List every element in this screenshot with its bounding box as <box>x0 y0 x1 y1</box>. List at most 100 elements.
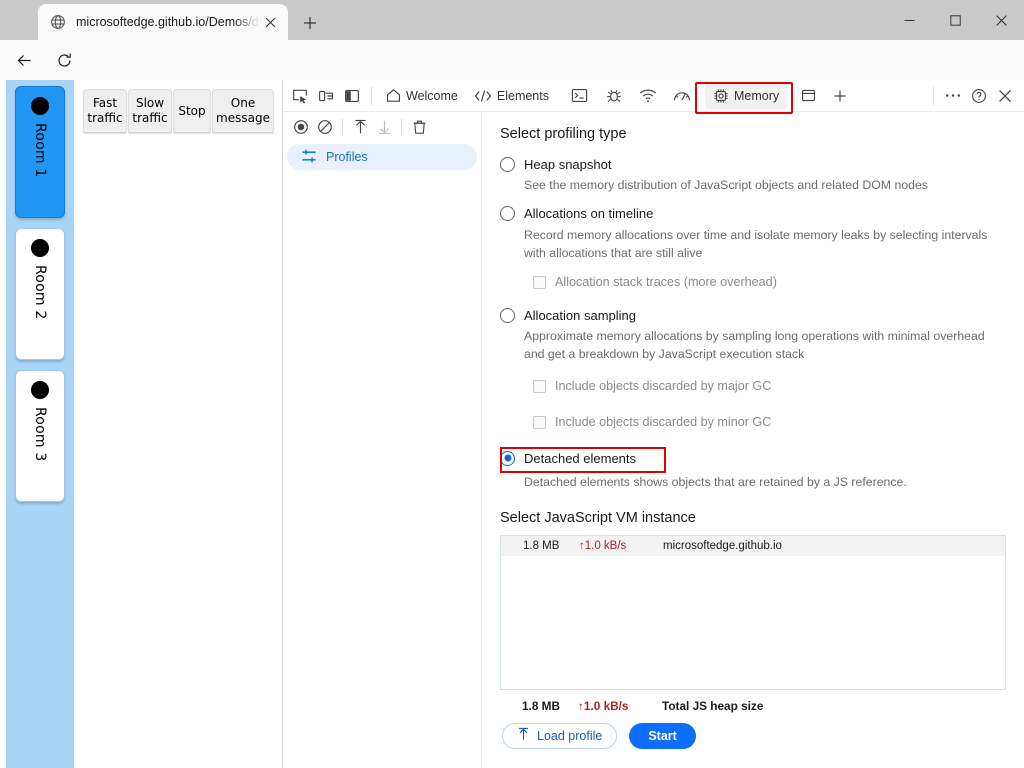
page-viewport: Room 1 Room 2 Room 3 Fast traffic Slow t… <box>0 80 282 768</box>
option-description: See the memory distribution of JavaScrip… <box>524 178 928 192</box>
vm-instance-row[interactable]: 1.8 MB ↑1.0 kB/s microsoftedge.github.io <box>501 535 1005 556</box>
ellipsis-icon[interactable] <box>940 83 966 109</box>
traffic-controls: Fast traffic Slow traffic Stop One messa… <box>74 80 282 133</box>
device-emulation-icon[interactable] <box>313 83 339 109</box>
suboption-major-gc[interactable]: Include objects discarded by major GC <box>533 376 1006 396</box>
clear-circle-slash-icon[interactable] <box>313 115 337 139</box>
browser-window: microsoftedge.github.io/Demos/d Room 1 R… <box>0 0 1024 768</box>
suboption-minor-gc[interactable]: Include objects discarded by minor GC <box>533 412 1006 432</box>
sidebar-divider <box>342 119 343 135</box>
sidebar-item-profiles-label: Profiles <box>326 150 368 164</box>
stop-button[interactable]: Stop <box>173 89 211 133</box>
suboption-label: Include objects discarded by major GC <box>555 379 772 394</box>
slow-traffic-button[interactable]: Slow traffic <box>128 89 172 133</box>
dock-side-icon[interactable] <box>339 83 365 109</box>
checkbox-minor-gc[interactable] <box>533 415 546 429</box>
upload-arrow-icon <box>517 727 530 744</box>
record-icon[interactable] <box>289 115 313 139</box>
add-tab-icon[interactable] <box>827 83 853 109</box>
memory-sidebar-toolbar <box>283 112 481 142</box>
toolbar-divider <box>371 86 372 105</box>
help-circle-icon[interactable] <box>966 83 992 109</box>
room-label: Room 3 <box>32 407 48 462</box>
room-button-2[interactable]: Room 2 <box>15 228 65 360</box>
total-heap-size-label: Total JS heap size <box>662 698 764 713</box>
upload-arrow-icon[interactable] <box>348 115 372 139</box>
vm-instance-list[interactable]: 1.8 MB ↑1.0 kB/s microsoftedge.github.io <box>500 534 1006 690</box>
network-wifi-icon[interactable] <box>635 83 661 109</box>
option-allocation-sampling: Allocation sampling Approximate memory a… <box>500 304 1006 432</box>
radio-allocation-sampling[interactable] <box>500 307 515 323</box>
option-label: Allocations on timeline <box>524 206 654 222</box>
window-close-icon[interactable] <box>978 0 1024 40</box>
back-button[interactable] <box>8 44 40 76</box>
radio-allocations-timeline[interactable] <box>500 206 515 222</box>
suboption-label: Include objects discarded by minor GC <box>555 415 772 430</box>
room-status-dot <box>31 97 49 115</box>
toolbar-divider-right <box>933 86 934 105</box>
panels-icon[interactable] <box>795 83 821 109</box>
room-label: Room 2 <box>32 265 48 320</box>
inspect-element-icon[interactable] <box>287 83 313 109</box>
option-detached-elements: Detached elements Detached elements show… <box>500 447 1006 492</box>
room-status-dot <box>31 239 49 257</box>
load-profile-button[interactable]: Load profile <box>502 722 618 749</box>
tab-memory-label: Memory <box>733 88 780 103</box>
sliders-icon <box>301 148 317 167</box>
total-heap-rate-value: ↑1.0 kB/s <box>578 698 629 713</box>
radio-row-detached-elements[interactable]: Detached elements <box>500 447 1006 474</box>
devtools-toolbar-right <box>927 83 1024 109</box>
devtools-toolbar: Welcome Elements Memory <box>283 80 1024 112</box>
radio-detached-elements[interactable] <box>500 450 515 466</box>
total-heap-size-value: 1.8 MB <box>522 698 561 713</box>
page-content: Fast traffic Slow traffic Stop One messa… <box>74 80 282 768</box>
devtools-panel: Welcome Elements Memory Profiles Select … <box>282 80 1024 768</box>
tab-welcome-label: Welcome <box>406 88 458 103</box>
minimize-icon[interactable] <box>886 0 932 40</box>
vm-heap-size: 1.8 MB <box>523 539 560 552</box>
room-button-3[interactable]: Room 3 <box>15 370 65 502</box>
option-allocations-on-timeline: Allocations on timeline Record memory al… <box>500 203 1006 293</box>
checkbox-allocation-stack-traces[interactable] <box>533 275 546 289</box>
tab-elements[interactable]: Elements <box>466 83 557 109</box>
close-icon[interactable] <box>260 12 280 32</box>
option-description: Detached elements shows objects that are… <box>524 475 907 490</box>
maximize-icon[interactable] <box>932 0 978 40</box>
tab-strip: microsoftedge.github.io/Demos/d <box>0 0 1024 40</box>
new-tab-button[interactable] <box>296 9 324 37</box>
performance-gauge-icon[interactable] <box>669 83 695 109</box>
console-icon[interactable] <box>567 83 593 109</box>
trash-icon[interactable] <box>407 115 431 139</box>
profile-actions: Load profile Start <box>502 722 1006 749</box>
sidebar-item-profiles[interactable]: Profiles <box>287 144 477 170</box>
suboption-allocation-stack-traces[interactable]: Allocation stack traces (more overhead) <box>533 272 1006 292</box>
radio-heap-snapshot[interactable] <box>500 156 515 172</box>
radio-row-heap-snapshot[interactable]: Heap snapshot <box>500 153 1006 175</box>
profiling-type-title: Select profiling type <box>500 126 627 142</box>
option-label: Detached elements <box>524 450 637 466</box>
start-button[interactable]: Start <box>629 722 696 749</box>
total-heap-summary: 1.8 MB ↑1.0 kB/s Total JS heap size <box>522 699 1006 713</box>
room-label: Room 1 <box>32 123 48 178</box>
tab-title: microsoftedge.github.io/Demos/d <box>76 15 259 29</box>
reload-button[interactable] <box>48 44 80 76</box>
tab-welcome[interactable]: Welcome <box>378 83 466 109</box>
option-label: Allocation sampling <box>524 307 637 323</box>
devtools-close-icon[interactable] <box>992 83 1018 109</box>
option-heap-snapshot: Heap snapshot See the memory distributio… <box>500 153 1006 195</box>
fast-traffic-button[interactable]: Fast traffic <box>83 89 127 133</box>
option-label: Heap snapshot <box>524 156 612 172</box>
room-button-1[interactable]: Room 1 <box>15 86 65 218</box>
vm-instance-title: Select JavaScript VM instance <box>500 509 696 526</box>
sidebar-divider-2 <box>401 119 402 135</box>
checkbox-major-gc[interactable] <box>533 379 546 393</box>
download-arrow-icon <box>372 115 396 139</box>
memory-sidebar: Profiles <box>283 112 482 768</box>
memory-profiling-pane: Select profiling type Heap snapshot See … <box>482 112 1024 768</box>
radio-row-allocations-timeline[interactable]: Allocations on timeline <box>500 203 1006 225</box>
sources-bug-icon[interactable] <box>601 83 627 109</box>
browser-tab[interactable]: microsoftedge.github.io/Demos/d <box>38 4 288 40</box>
one-message-button[interactable]: One message <box>212 89 274 133</box>
tab-memory[interactable]: Memory <box>704 82 788 109</box>
radio-row-allocation-sampling[interactable]: Allocation sampling <box>500 304 1006 326</box>
